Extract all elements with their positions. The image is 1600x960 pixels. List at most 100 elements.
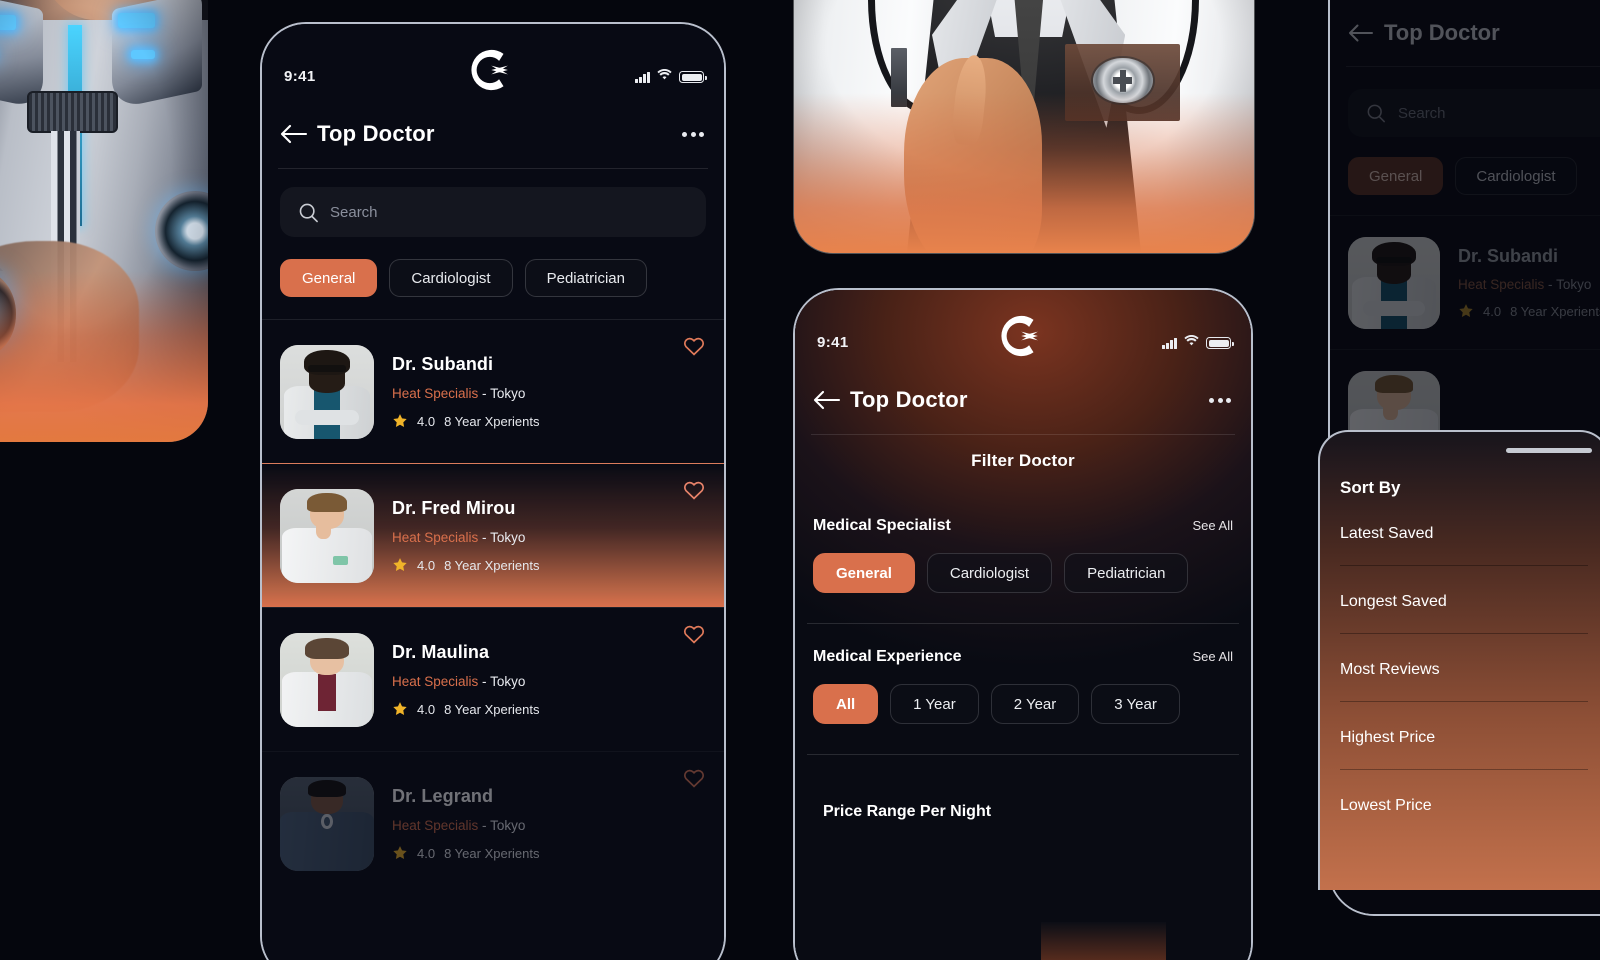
doctor-specialty: Heat Specialis - Tokyo xyxy=(392,530,682,545)
doctor-meta: 4.0 8 Year Xperients xyxy=(1458,303,1600,319)
cyborg-medic-artwork xyxy=(0,0,208,442)
screen-top-doctor: 9:41 Top Doctor Search General Cardiolog… xyxy=(262,24,724,960)
sort-option-label: Lowest Price xyxy=(1340,797,1432,814)
search-icon xyxy=(1366,103,1386,123)
arrow-left-icon[interactable] xyxy=(280,121,310,147)
doctor-experience: 8 Year Xperients xyxy=(444,557,540,573)
divider xyxy=(807,623,1239,624)
search-bar[interactable]: Search xyxy=(1348,89,1600,137)
chip-cardiologist[interactable]: Cardiologist xyxy=(389,259,513,297)
section-heading: Medical Experience xyxy=(813,648,962,665)
doctor-name: Dr. Subandi xyxy=(1458,246,1559,266)
price-range-section: Price Range Per Night xyxy=(795,803,1251,821)
see-all-link[interactable]: See All xyxy=(1193,518,1233,533)
section-heading: Medical Specialist xyxy=(813,517,951,534)
heart-outline-icon[interactable] xyxy=(682,334,706,358)
doctor-specialty: Heat Specialis - Tokyo xyxy=(392,386,682,401)
doctor-meta: 4.0 8 Year Xperients xyxy=(392,845,682,861)
chip-pediatrician[interactable]: Pediatrician xyxy=(524,259,647,297)
sort-option-label: Longest Saved xyxy=(1340,593,1447,610)
doctor-experience: 8 Year Xperients xyxy=(444,701,540,717)
chip-pediatrician[interactable]: Pediatrician xyxy=(1064,553,1189,593)
doctor-experience: 8 Year Xperients xyxy=(444,413,540,429)
specialty-text: Heat Specialis xyxy=(392,530,479,545)
sort-option-lowest-price[interactable]: Lowest Price xyxy=(1340,770,1588,815)
sort-option-highest-price[interactable]: Highest Price xyxy=(1340,702,1588,770)
arrow-left-icon[interactable] xyxy=(1348,21,1376,45)
chip-cardiologist[interactable]: Cardiologist xyxy=(1455,157,1577,195)
separator: - xyxy=(478,530,491,545)
status-bar: 9:41 xyxy=(1330,0,1600,6)
doctor-city: Tokyo xyxy=(490,530,526,545)
specialty-text: Heat Specialis xyxy=(1458,277,1545,292)
app-bar: Top Doctor xyxy=(1330,6,1600,60)
screen-filter-doctor: 9:41 Top Doctor Filter Doctor Medical Sp… xyxy=(795,290,1251,960)
sort-option-label: Highest Price xyxy=(1340,729,1436,746)
status-icons xyxy=(1162,334,1234,352)
doctor-list-item[interactable]: Dr. Subandi Heat Specialis - Tokyo 4.0 8… xyxy=(262,319,724,463)
status-bar: 9:41 xyxy=(795,290,1251,372)
star-icon xyxy=(392,413,408,429)
separator: - xyxy=(478,818,491,833)
doctor-city: Tokyo xyxy=(490,674,526,689)
battery-full-icon xyxy=(679,71,707,83)
doctor-rating: 4.0 xyxy=(417,413,436,429)
wifi-icon xyxy=(657,68,672,86)
doctor-specialty: Heat Specialis - Tokyo xyxy=(392,674,682,689)
medical-specialist-section: Medical Specialist See All General Cardi… xyxy=(795,517,1251,593)
doctor-rating: 4.0 xyxy=(417,701,436,717)
doctor-name: Dr. Fred Mirou xyxy=(392,498,516,518)
doctor-list-item[interactable]: Dr. Maulina Heat Specialis - Tokyo 4.0 8… xyxy=(262,607,724,751)
arrow-left-icon[interactable] xyxy=(813,387,843,413)
drag-handle[interactable] xyxy=(1506,448,1592,453)
chip-cardiologist[interactable]: Cardiologist xyxy=(926,553,1053,593)
doctor-rating: 4.0 xyxy=(1483,303,1502,319)
status-time: 9:41 xyxy=(284,68,316,85)
see-all-link[interactable]: See All xyxy=(1193,649,1233,664)
phone-top-doctor-list: 9:41 Top Doctor Search General Cardiolog… xyxy=(260,22,726,960)
chip-3-year[interactable]: 3 Year xyxy=(1091,684,1180,724)
doctor-meta: 4.0 8 Year Xperients xyxy=(392,557,682,573)
doctor-list-item[interactable]: Dr. Legrand Heat Specialis - Tokyo 4.0 8… xyxy=(262,751,724,895)
heart-outline-icon[interactable] xyxy=(682,478,706,502)
search-bar[interactable] xyxy=(280,187,706,237)
chip-general[interactable]: General xyxy=(280,259,378,297)
sort-option-latest-saved[interactable]: Latest Saved xyxy=(1340,498,1588,566)
price-range-histogram[interactable] xyxy=(1041,922,1166,960)
doctor-name: Dr. Maulina xyxy=(392,642,490,662)
chip-1-year[interactable]: 1 Year xyxy=(890,684,979,724)
star-icon xyxy=(1458,303,1474,319)
doctor-city: Tokyo xyxy=(490,818,526,833)
divider xyxy=(807,754,1239,755)
doctor-meta: 4.0 8 Year Xperients xyxy=(392,413,682,429)
doctor-list-item[interactable]: Dr. Subandi Heat Specialis - Tokyo 4.0 8… xyxy=(1330,215,1600,349)
brand-logo-icon xyxy=(465,42,521,98)
chip-all[interactable]: All xyxy=(813,684,879,724)
app-bar: Top Doctor xyxy=(795,372,1251,428)
sort-option-longest-saved[interactable]: Longest Saved xyxy=(1340,566,1588,634)
more-dots-icon[interactable] xyxy=(1209,397,1231,403)
sort-by-bottom-sheet: Sort By Latest Saved Longest Saved Most … xyxy=(1318,430,1600,890)
heart-outline-icon[interactable] xyxy=(682,766,706,790)
avatar xyxy=(280,632,374,727)
doctor-specialty: Heat Specialis - Tokyo xyxy=(1458,277,1600,292)
doctor-specialty: Heat Specialis - Tokyo xyxy=(392,818,682,833)
more-dots-icon[interactable] xyxy=(682,131,704,137)
heart-outline-icon[interactable] xyxy=(682,622,706,646)
chip-general[interactable]: General xyxy=(1348,157,1444,195)
sort-option-most-reviews[interactable]: Most Reviews xyxy=(1340,634,1588,702)
experience-chip-group: All 1 Year 2 Year 3 Year xyxy=(813,684,1233,724)
doctor-experience: 8 Year Xperients xyxy=(1510,303,1600,319)
medical-experience-section: Medical Experience See All All 1 Year 2 … xyxy=(795,648,1251,724)
phone-filter-doctor: 9:41 Top Doctor Filter Doctor Medical Sp… xyxy=(793,288,1253,960)
chip-2-year[interactable]: 2 Year xyxy=(990,684,1080,724)
orange-gradient-overlay xyxy=(794,92,1254,253)
doctor-list-item[interactable]: Dr. Fred Mirou Heat Specialis - Tokyo 4.… xyxy=(262,463,724,607)
doctor-city: Tokyo xyxy=(1556,277,1592,292)
search-input[interactable] xyxy=(330,203,688,221)
specialty-chip-group: General Cardiologist xyxy=(1330,137,1600,195)
separator: - xyxy=(1544,277,1557,292)
star-icon xyxy=(392,845,408,861)
chip-general[interactable]: General xyxy=(813,553,915,593)
app-bar: Top Doctor xyxy=(262,106,724,162)
